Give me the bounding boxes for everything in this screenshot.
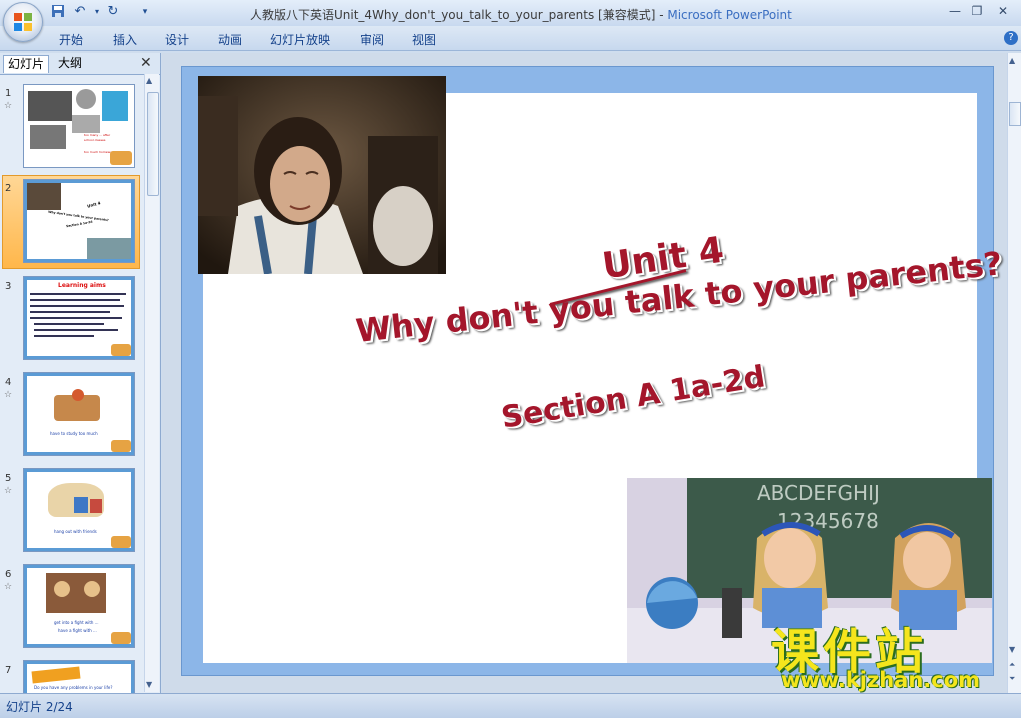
editor-vertical-scrollbar[interactable]: [1007, 53, 1021, 693]
tab-view[interactable]: 视图: [412, 31, 436, 48]
undo-dropdown-icon[interactable]: ▾: [89, 4, 105, 20]
thumbnail-number: 4: [5, 377, 12, 388]
tab-review[interactable]: 审阅: [360, 31, 384, 48]
tab-outline[interactable]: 大纲: [54, 55, 86, 72]
window-title: 人教版八下英语Unit_4Why_don't_you_talk_to_your_…: [250, 6, 792, 23]
thumbnail-number: 7: [5, 665, 12, 676]
thumbnail-text: school classes: [84, 138, 106, 142]
slide-photo-sad-girl[interactable]: [198, 76, 446, 274]
tab-slideshow[interactable]: 幻灯片放映: [270, 31, 330, 48]
tab-design[interactable]: 设计: [165, 31, 189, 48]
help-icon[interactable]: ?: [1004, 31, 1018, 45]
thumbnail-number: 6: [5, 569, 12, 580]
thumbnail-text: have a fight with ...: [58, 628, 97, 633]
scrollbar-thumb[interactable]: [1009, 102, 1021, 126]
thumbnail-text: hang out with friends: [54, 529, 97, 534]
thumbnail-number: 5: [5, 473, 12, 484]
slides-pane-scrollbar[interactable]: [144, 74, 159, 692]
slide-thumbnail-1[interactable]: too many ... after school classes too mu…: [23, 84, 135, 168]
ribbon-tab-bar: [0, 26, 1021, 51]
slide-thumbnail-3[interactable]: Learning aims: [23, 276, 135, 360]
thumbnail-text: have to study too much: [50, 431, 98, 436]
undo-icon[interactable]: ↶: [72, 4, 88, 20]
tab-insert[interactable]: 插入: [113, 31, 137, 48]
animation-star-icon: ☆: [4, 390, 13, 400]
customize-quick-access-icon[interactable]: ▾: [137, 4, 153, 20]
document-title: 人教版八下英语Unit_4Why_don't_you_talk_to_your_…: [250, 8, 656, 22]
slide-thumbnail-6[interactable]: get into a fight with ... have a fight w…: [23, 564, 135, 648]
slide-indicator: 幻灯片 2/24: [6, 700, 73, 714]
thumbnail-number: 2: [5, 183, 12, 194]
thumbnail-text: Learning aims: [58, 282, 106, 289]
svg-text:ABCDEFGHIJ: ABCDEFGHIJ: [757, 481, 880, 505]
animation-star-icon: ☆: [4, 101, 13, 111]
thumbnail-text: Do you have any problems in your life?: [34, 685, 113, 690]
close-icon[interactable]: ✕: [992, 3, 1014, 19]
slide-thumbnail-5[interactable]: hang out with friends: [23, 468, 135, 552]
thumbnail-text: too many ... after: [84, 133, 111, 137]
status-bar: [0, 693, 1021, 718]
minimize-icon[interactable]: —: [944, 3, 966, 19]
tab-animations[interactable]: 动画: [218, 31, 242, 48]
scroll-up-icon[interactable]: ▲: [1009, 56, 1015, 65]
previous-slide-icon[interactable]: ⏶: [1009, 660, 1015, 670]
pane-close-icon[interactable]: ✕: [140, 55, 152, 71]
tab-home[interactable]: 开始: [59, 31, 83, 48]
slide-thumbnail-2[interactable]: Unit 4 Why don't you talk to your parent…: [23, 179, 135, 263]
maximize-icon[interactable]: ❐: [966, 3, 988, 19]
scroll-up-icon[interactable]: ▲: [146, 76, 152, 85]
slide-thumbnail-4[interactable]: have to study too much: [23, 372, 135, 456]
scroll-down-icon[interactable]: ▼: [146, 680, 152, 689]
next-slide-icon[interactable]: ⏷: [1009, 674, 1015, 684]
slide-thumbnail-7[interactable]: Do you have any problems in your life?: [23, 660, 135, 694]
watermark-url: www.kjzhan.com: [781, 668, 981, 692]
animation-star-icon: ☆: [4, 582, 13, 592]
animation-star-icon: ☆: [4, 486, 13, 496]
tab-slides[interactable]: 幻灯片: [3, 55, 50, 73]
scrollbar-thumb[interactable]: [147, 92, 159, 196]
office-logo-icon: [14, 13, 32, 31]
title-separator: -: [655, 8, 668, 22]
thumbnail-number: 1: [5, 88, 12, 99]
scroll-down-icon[interactable]: ▼: [1009, 645, 1015, 654]
app-name: Microsoft PowerPoint: [667, 8, 792, 22]
redo-icon[interactable]: ↻: [105, 4, 121, 20]
thumbnail-text: get into a fight with ...: [54, 620, 99, 625]
save-icon[interactable]: [50, 4, 66, 20]
thumbnail-number: 3: [5, 281, 12, 292]
office-button[interactable]: [3, 2, 43, 42]
